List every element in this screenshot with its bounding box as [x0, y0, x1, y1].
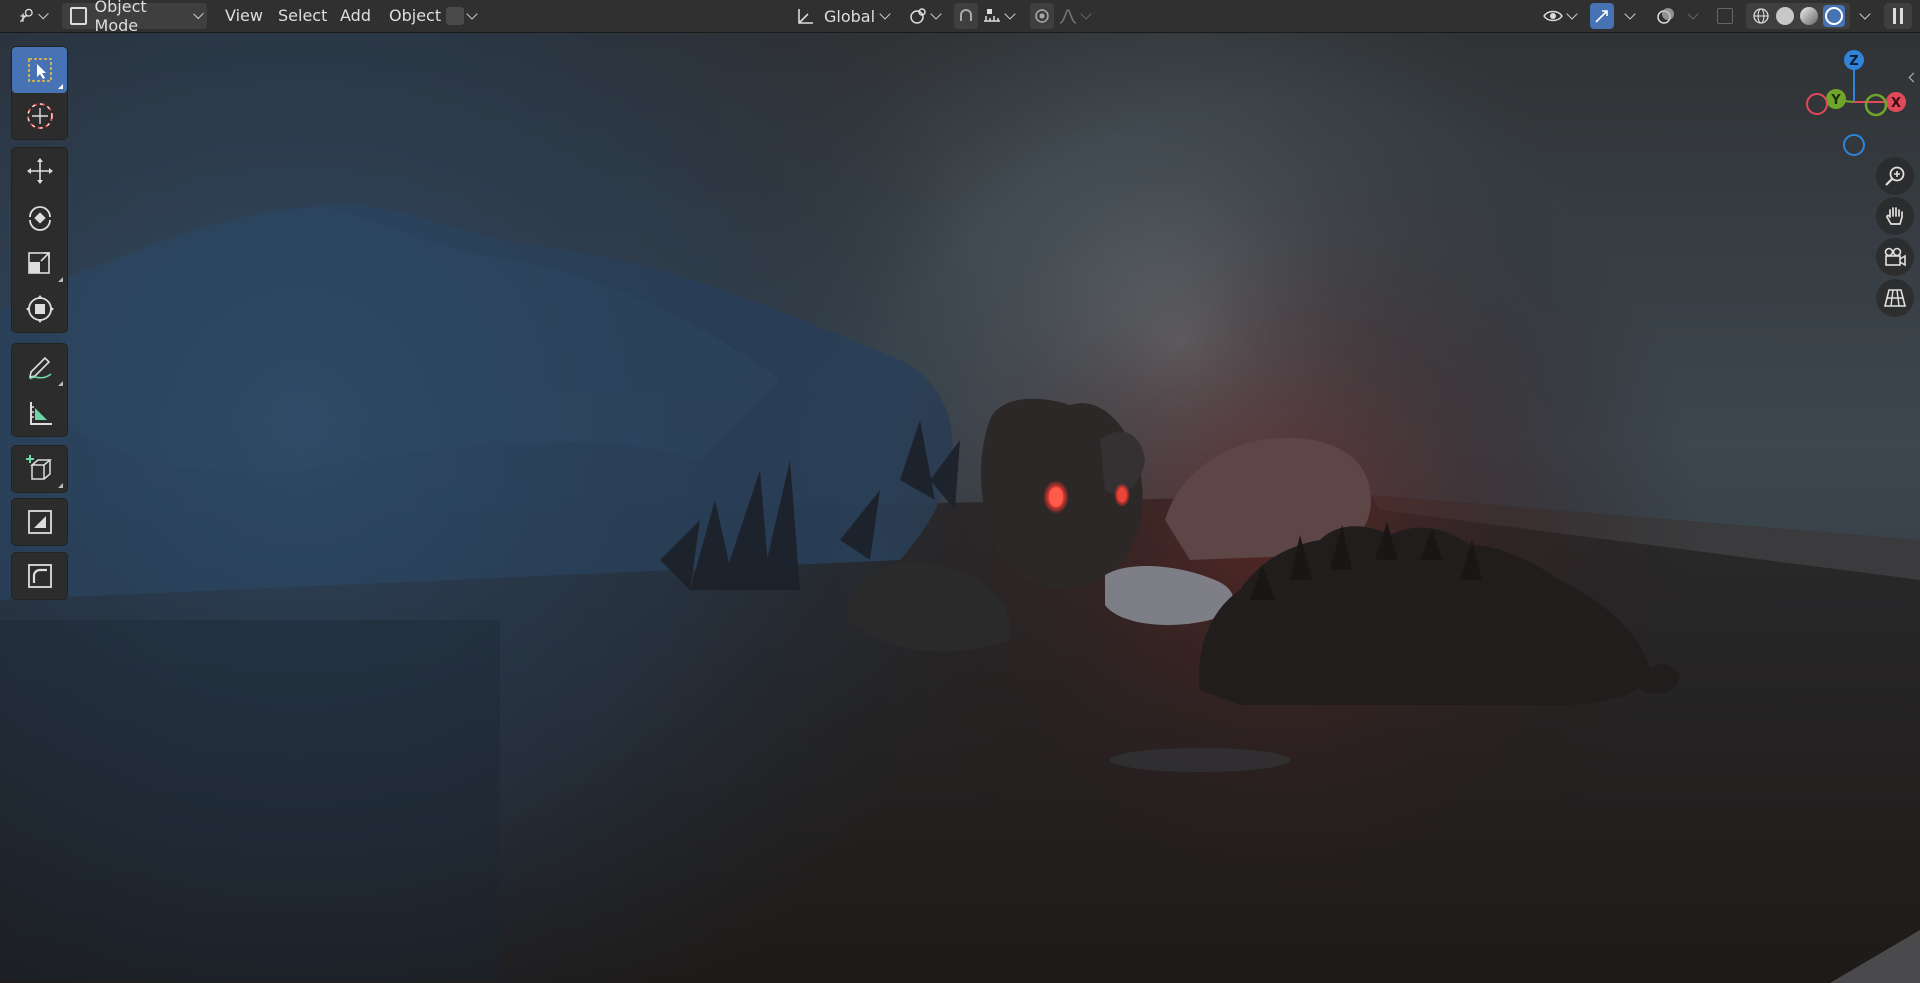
overlay-icon	[1657, 8, 1674, 24]
sidebar-expand-arrow[interactable]	[1908, 66, 1920, 83]
select-box-icon	[27, 58, 52, 82]
viewport-header: Object Mode View Select Add Object Globa…	[0, 0, 1920, 35]
tool-select-box[interactable]	[12, 47, 67, 93]
ortho-toggle-button[interactable]	[1876, 279, 1914, 317]
chevron-down-icon[interactable]	[1624, 8, 1636, 20]
toolbar-transform-group	[11, 147, 68, 333]
axis-x-label: X	[1891, 96, 1901, 111]
chevron-down-icon	[930, 8, 942, 20]
move-icon	[26, 158, 53, 184]
inset-icon	[27, 510, 52, 534]
magnet-icon	[960, 9, 972, 21]
tool-add-cube[interactable]	[12, 446, 67, 492]
navigation-gizmo[interactable]: Z Y X	[1800, 44, 1920, 164]
snap-target-button[interactable]	[982, 3, 1022, 29]
toolbar-bevel-group	[11, 552, 68, 600]
axis-z-label: Z	[1849, 54, 1858, 69]
tool-transform[interactable]	[12, 286, 67, 332]
orientation-label: Global	[824, 6, 876, 26]
chevron-down-icon	[1080, 8, 1092, 20]
camera-view-icon	[1884, 247, 1906, 267]
gizmo-toggle[interactable]	[1590, 3, 1614, 29]
scale-icon	[27, 252, 50, 274]
chevron-down-icon[interactable]	[1859, 8, 1871, 20]
annotate-pencil-icon	[28, 356, 51, 380]
falloff-curve-icon	[1059, 9, 1077, 24]
tool-annotate[interactable]	[12, 344, 67, 390]
falloff-button[interactable]	[1058, 3, 1098, 29]
tool-rotate[interactable]	[12, 194, 67, 240]
transform-affect-button[interactable]	[446, 3, 486, 29]
xray-toggle[interactable]	[1712, 3, 1738, 29]
pan-button[interactable]	[1876, 197, 1914, 235]
shading-modes	[1746, 3, 1850, 29]
tool-measure[interactable]	[12, 390, 67, 436]
chevron-down-icon	[466, 8, 478, 20]
gizmo-toggle-icon	[1595, 10, 1608, 23]
bevel-icon	[27, 564, 52, 588]
mode-dropdown[interactable]: Object Mode	[62, 0, 207, 35]
transform-icon	[25, 295, 54, 323]
menu-select[interactable]: Select	[278, 3, 327, 29]
toolbar-edit-group	[11, 498, 68, 546]
wireframe-shading-icon[interactable]	[1751, 6, 1771, 26]
chevron-down-icon	[1566, 8, 1578, 20]
proportional-edit-icon	[1035, 9, 1049, 23]
chevron-down-icon	[1004, 8, 1016, 20]
xray-icon	[1717, 8, 1733, 24]
axis-y-label: Y	[1830, 93, 1841, 108]
solid-shading-icon[interactable]	[1776, 7, 1794, 25]
3d-viewport[interactable]: Object Mode View Select Add Object Globa…	[0, 0, 1920, 983]
visibility-button[interactable]	[1542, 3, 1582, 29]
chevron-down-icon	[879, 8, 891, 20]
axis-neg-y-handle[interactable]	[1864, 93, 1888, 117]
tool-bevel[interactable]	[12, 553, 67, 599]
snap-toggle[interactable]	[954, 3, 978, 29]
scene-render	[0, 0, 1920, 983]
camera-view-button[interactable]	[1876, 238, 1914, 276]
axis-neg-x-handle[interactable]	[1806, 93, 1828, 115]
toolbar-select-group	[11, 46, 68, 140]
curve-icon	[446, 7, 464, 25]
orientation-icon	[798, 9, 813, 24]
orientation-dropdown[interactable]: Global	[796, 3, 896, 29]
pivot-point-button[interactable]	[908, 3, 946, 29]
pivot-icon	[910, 8, 926, 24]
tool-move[interactable]	[12, 148, 67, 194]
chevron-down-icon	[38, 8, 49, 20]
mode-label: Object Mode	[94, 0, 147, 35]
axis-neg-z-handle[interactable]	[1843, 134, 1865, 156]
pan-hand-icon	[1886, 207, 1903, 225]
eye-icon	[1543, 10, 1563, 22]
toolbar-add-group	[11, 445, 68, 493]
menu-add[interactable]: Add	[340, 3, 371, 29]
cursor-icon	[26, 103, 53, 129]
snap-increment-icon	[984, 9, 1000, 22]
tool-scale[interactable]	[12, 240, 67, 286]
rendered-shading-icon[interactable]	[1823, 5, 1845, 27]
tool-cursor[interactable]	[12, 93, 67, 139]
chevron-down-icon[interactable]	[1687, 8, 1699, 20]
material-shading-icon[interactable]	[1800, 7, 1818, 25]
proportional-edit-toggle[interactable]	[1030, 3, 1054, 29]
toolbar-annotate-group	[11, 343, 68, 437]
editor-type-icon	[19, 8, 33, 23]
overlay-toggle[interactable]	[1653, 3, 1679, 29]
sidebar-toggle[interactable]	[1884, 3, 1912, 29]
grid-ortho-icon	[1883, 289, 1907, 307]
menu-view[interactable]: View	[225, 3, 263, 29]
tool-inset[interactable]	[12, 499, 67, 545]
zoom-icon	[1885, 166, 1905, 186]
chevron-down-icon	[192, 8, 204, 20]
zoom-button[interactable]	[1876, 157, 1914, 195]
add-cube-icon	[25, 455, 52, 480]
menu-object[interactable]: Object	[389, 3, 441, 29]
measure-ruler-icon	[29, 402, 52, 425]
rotate-icon	[28, 206, 51, 231]
editor-type-button[interactable]	[18, 3, 52, 29]
object-mode-icon	[70, 7, 87, 25]
pause-icon	[1893, 8, 1896, 24]
